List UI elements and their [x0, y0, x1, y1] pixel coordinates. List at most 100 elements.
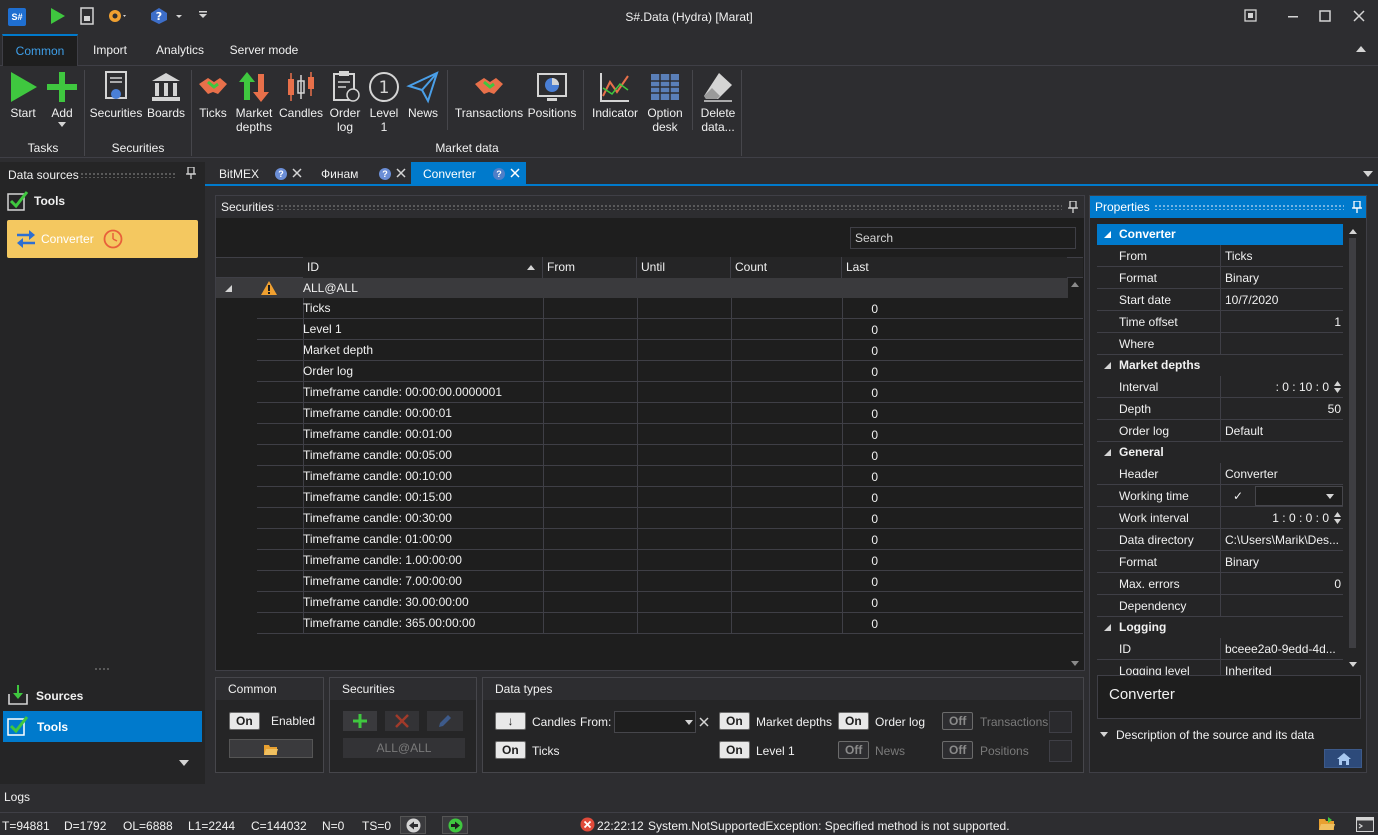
- collapse-triangle-icon[interactable]: [1104, 362, 1111, 369]
- property-value[interactable]: ✓: [1233, 489, 1249, 503]
- table-row[interactable]: Level 1 0: [257, 319, 1083, 340]
- positions-toggle[interactable]: Off: [942, 741, 974, 759]
- collapse-triangle-icon[interactable]: [1104, 231, 1111, 238]
- collapse-triangle-icon[interactable]: [225, 285, 232, 292]
- market-depths-button[interactable]: Market depths: [232, 70, 276, 134]
- table-row[interactable]: Timeframe candle: 00:00:00.0000001 0: [257, 382, 1083, 403]
- tools-section-label[interactable]: Tools: [34, 194, 65, 208]
- news-button[interactable]: News: [404, 70, 442, 120]
- property-category[interactable]: Logging: [1097, 617, 1343, 638]
- spinner-icon[interactable]: [1334, 380, 1341, 394]
- add-security-button[interactable]: [343, 711, 377, 731]
- securities-button[interactable]: Securities: [88, 70, 144, 120]
- doc-tab-bitmex[interactable]: BitMEX ?: [205, 162, 313, 186]
- property-value[interactable]: C:\Users\Marik\Des...: [1225, 533, 1341, 547]
- property-row-interval[interactable]: Interval: 0 : 10 : 0: [1097, 376, 1343, 398]
- transactions-toggle[interactable]: Off: [942, 712, 974, 730]
- property-scrollbar-thumb[interactable]: [1349, 238, 1356, 648]
- property-row-dependency[interactable]: Dependency: [1097, 595, 1343, 617]
- news-toggle[interactable]: Off: [838, 741, 870, 759]
- tab-list-dropdown-icon[interactable]: [1363, 171, 1373, 177]
- tab-common[interactable]: Common: [2, 34, 78, 67]
- positions-settings-box[interactable]: [1049, 740, 1072, 762]
- table-row[interactable]: Timeframe candle: 1.00:00:00 0: [257, 550, 1083, 571]
- start-button[interactable]: Start: [4, 70, 42, 120]
- table-row[interactable]: Timeframe candle: 00:10:00 0: [257, 466, 1083, 487]
- tab-import[interactable]: Import: [82, 34, 138, 66]
- property-value[interactable]: Default: [1225, 424, 1341, 438]
- market-depths-toggle[interactable]: On: [719, 712, 750, 730]
- table-row[interactable]: Timeframe candle: 00:00:01 0: [257, 403, 1083, 424]
- property-value[interactable]: Binary: [1225, 555, 1341, 569]
- property-row-from[interactable]: From Ticks: [1097, 245, 1343, 267]
- pin-icon[interactable]: [1068, 201, 1078, 213]
- level1-button[interactable]: 1 Level 1: [366, 70, 402, 134]
- home-button[interactable]: [1324, 749, 1362, 768]
- column-header-until[interactable]: Until: [637, 257, 731, 278]
- property-value[interactable]: bceee2a0-9edd-4d...: [1225, 642, 1341, 656]
- collapse-ribbon-icon[interactable]: [1356, 45, 1366, 53]
- search-input[interactable]: Search: [850, 227, 1076, 249]
- delete-data-button[interactable]: Delete data...: [696, 70, 740, 134]
- tab-analytics[interactable]: Analytics: [148, 34, 212, 66]
- candles-toggle[interactable]: ↓: [495, 712, 526, 730]
- transactions-button[interactable]: Transactions: [452, 70, 526, 120]
- property-row-format[interactable]: Format Binary: [1097, 267, 1343, 289]
- open-logs-folder-icon[interactable]: [1318, 816, 1336, 832]
- property-row-depth[interactable]: Depth 50: [1097, 398, 1343, 420]
- candles-button[interactable]: Candles: [278, 70, 324, 120]
- property-category[interactable]: Market depths: [1097, 355, 1343, 376]
- property-row-header[interactable]: Header Converter: [1097, 463, 1343, 485]
- close-icon[interactable]: [291, 167, 303, 179]
- add-button[interactable]: Add: [42, 70, 82, 127]
- collapse-triangle-icon[interactable]: [1104, 624, 1111, 631]
- property-row-start-date[interactable]: Start date 10/7/2020: [1097, 289, 1343, 311]
- edit-security-button[interactable]: [427, 711, 463, 731]
- property-row-data-directory[interactable]: Data directory C:\Users\Marik\Des...: [1097, 529, 1343, 551]
- indicator-button[interactable]: Indicator: [588, 70, 642, 120]
- scroll-down-icon[interactable]: [1071, 661, 1079, 666]
- minimize-icon[interactable]: [1286, 9, 1304, 25]
- console-icon[interactable]: [1356, 817, 1374, 832]
- tab-server-mode[interactable]: Server mode: [222, 34, 306, 66]
- property-row-work-interval[interactable]: Work interval 1 : 0 : 0 : 0: [1097, 507, 1343, 529]
- help-icon[interactable]: ?: [379, 168, 391, 180]
- spinner-icon[interactable]: [1334, 511, 1341, 525]
- doc-tab-finam[interactable]: Финам ?: [313, 162, 411, 186]
- ticks-toggle[interactable]: On: [495, 741, 526, 759]
- table-row[interactable]: Timeframe candle: 7.00:00:00 0: [257, 571, 1083, 592]
- order-log-toggle[interactable]: On: [838, 712, 869, 730]
- table-row[interactable]: Timeframe candle: 00:30:00 0: [257, 508, 1083, 529]
- property-value[interactable]: 1: [1225, 315, 1341, 329]
- level1-toggle[interactable]: On: [719, 741, 750, 759]
- converter-item[interactable]: Converter: [7, 220, 198, 258]
- property-value[interactable]: 0: [1225, 577, 1341, 591]
- status-error-message[interactable]: System.NotSupportedException: Specified …: [648, 819, 1010, 833]
- property-row-where[interactable]: Where: [1097, 333, 1343, 355]
- property-row-max-errors[interactable]: Max. errors 0: [1097, 573, 1343, 595]
- table-row[interactable]: Ticks 0: [257, 298, 1083, 319]
- property-category[interactable]: Converter: [1097, 224, 1343, 245]
- help-icon[interactable]: ?: [493, 168, 505, 180]
- property-row-id[interactable]: ID bceee2a0-9edd-4d...: [1097, 638, 1343, 660]
- collapse-triangle-icon[interactable]: [1104, 449, 1111, 456]
- restore-layout-icon[interactable]: [1244, 9, 1262, 25]
- working-time-dropdown[interactable]: [1255, 486, 1343, 506]
- order-log-button[interactable]: Order log: [326, 70, 364, 134]
- property-value[interactable]: 10/7/2020: [1225, 293, 1341, 307]
- column-header-from[interactable]: From: [543, 257, 637, 278]
- table-row[interactable]: Timeframe candle: 00:05:00 0: [257, 445, 1083, 466]
- table-row[interactable]: Market depth 0: [257, 340, 1083, 361]
- enabled-toggle[interactable]: On: [229, 712, 260, 730]
- candles-from-select[interactable]: [614, 711, 696, 733]
- table-row[interactable]: Timeframe candle: 01:00:00 0: [257, 529, 1083, 550]
- open-folder-button[interactable]: [229, 739, 313, 758]
- close-icon[interactable]: [395, 167, 407, 179]
- logs-label[interactable]: Logs: [4, 790, 30, 804]
- pin-icon[interactable]: [1352, 201, 1362, 213]
- close-window-icon[interactable]: [1352, 9, 1370, 25]
- doc-tab-converter[interactable]: Converter ?: [411, 162, 526, 186]
- boards-button[interactable]: Boards: [146, 70, 186, 120]
- pin-icon[interactable]: [186, 167, 196, 179]
- option-desk-button[interactable]: Option desk: [642, 70, 688, 134]
